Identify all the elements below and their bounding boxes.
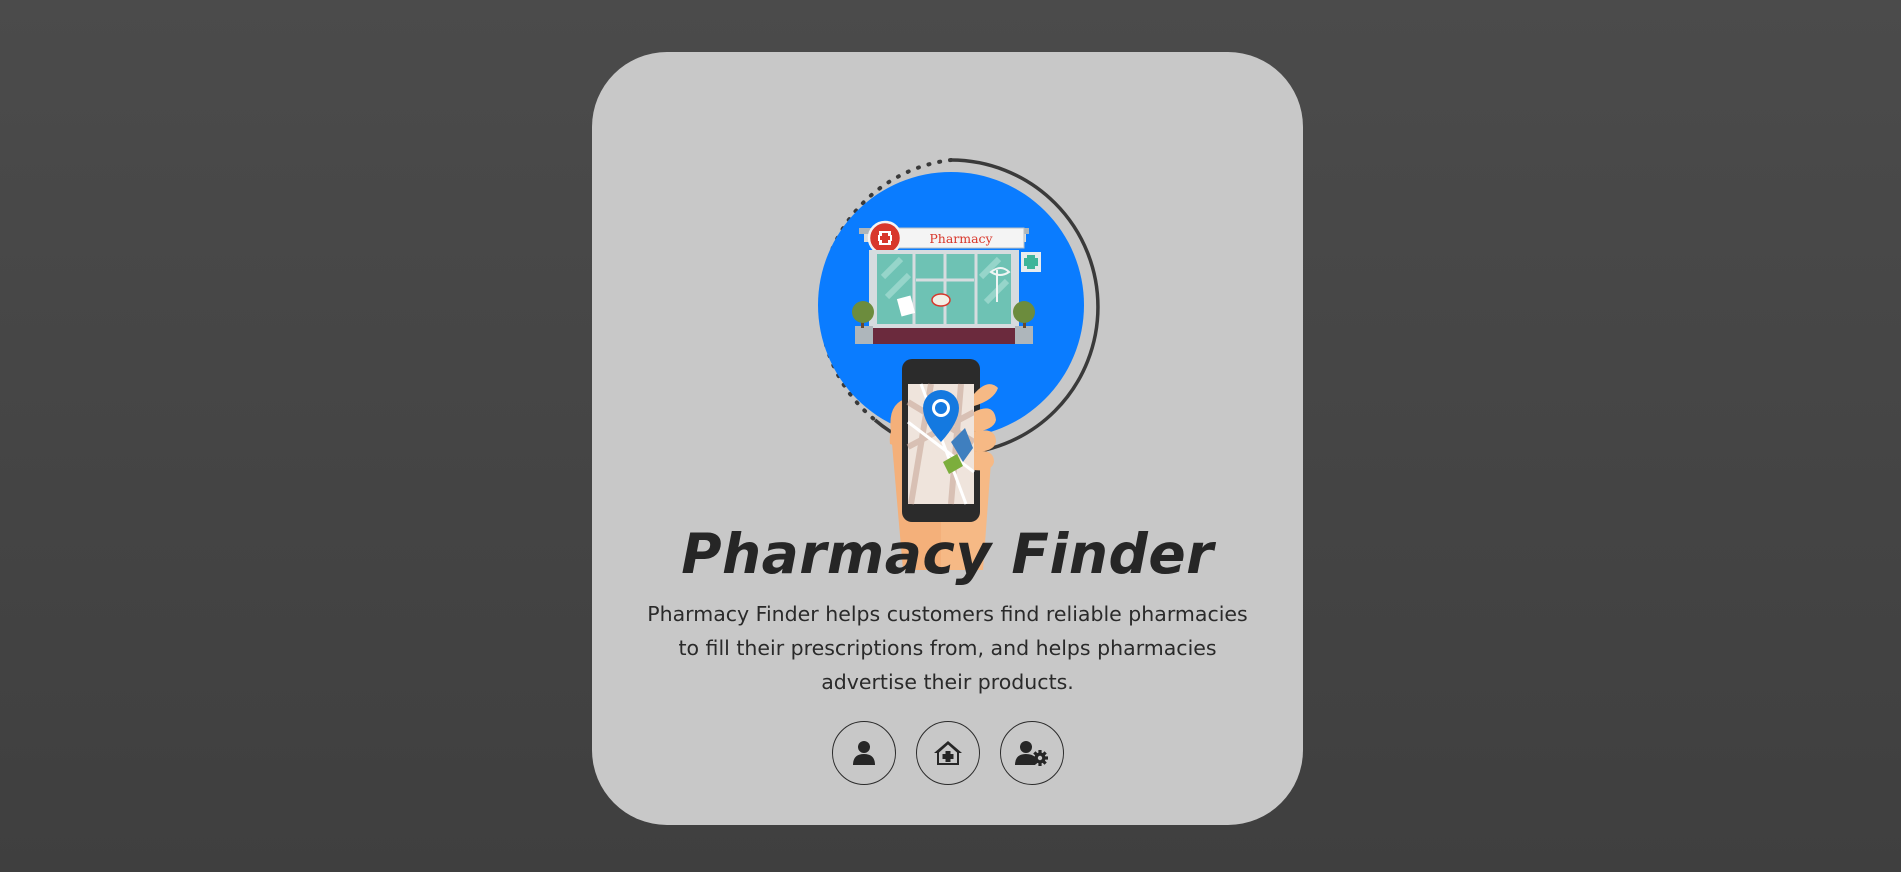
pharmacy-login-button[interactable]: [915, 721, 980, 785]
page-title: Pharmacy Finder: [681, 522, 1214, 586]
user-icon: [852, 741, 875, 765]
customer-login-button[interactable]: [831, 721, 896, 785]
pharmacy-finder-illustration: Pharmacy: [818, 158, 1100, 570]
pharmacy-sign-text: Pharmacy: [929, 231, 993, 246]
house-medical-icon: [933, 741, 962, 765]
role-button-group: [592, 721, 1303, 785]
pharmacy-store-icon: Pharmacy: [852, 220, 1041, 344]
user-gear-icon: [1014, 741, 1048, 766]
hero-card: Pharmacy Pharmacy Finder Pharmacy Finder…: [592, 52, 1303, 825]
app-description: Pharmacy Finder helps customers find rel…: [647, 602, 1248, 694]
admin-login-button[interactable]: [999, 721, 1064, 785]
